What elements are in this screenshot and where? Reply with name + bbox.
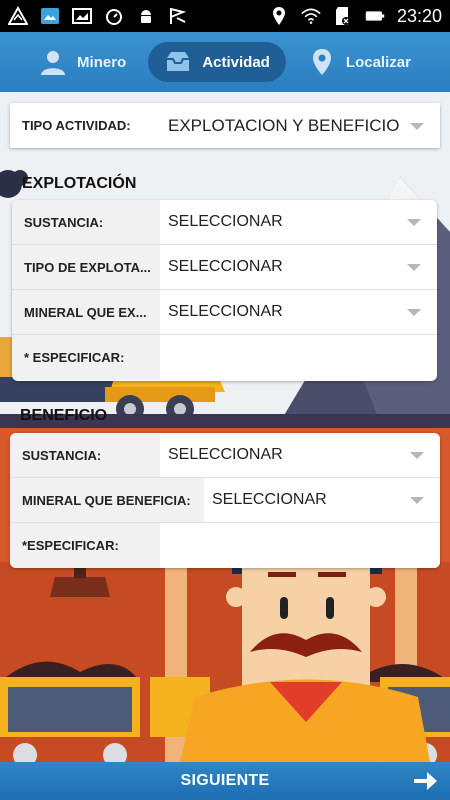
tab-label-minero: Minero [77,53,127,71]
sdcard-icon [333,6,353,26]
status-right-icons: 23:20 [269,6,442,27]
explotacion-especificar-row: * ESPECIFICAR: [12,335,437,380]
explotacion-mineral-select[interactable]: SELECCIONAR [160,290,437,334]
chevron-down-icon [407,219,421,226]
field-label: *ESPECIFICAR: [10,523,160,568]
tipo-actividad-value: EXPLOTACION Y BENEFICIO [168,115,400,135]
wifi-icon [301,6,321,26]
siguiente-button[interactable]: SIGUIENTE [0,762,450,800]
explotacion-tipo-row: TIPO DE EXPLOTA... SELECCIONAR [12,245,437,290]
explotacion-sustancia-select[interactable]: SELECCIONAR [160,200,437,244]
location-icon [269,6,289,26]
tipo-actividad-row: TIPO ACTIVIDAD: EXPLOTACION Y BENEFICIO [10,103,440,148]
tab-label-localizar: Localizar [345,53,411,71]
field-label: SUSTANCIA: [10,433,160,477]
battery-icon [365,6,385,26]
chevron-down-icon [410,122,424,130]
explotacion-mineral-row: MINERAL QUE EX... SELECCIONAR [12,290,437,335]
tab-minero[interactable]: Minero [23,42,142,82]
field-label: TIPO DE EXPLOTA... [12,245,160,289]
alert-icon [8,6,28,26]
explotacion-title: EXPLOTACIÓN [22,175,137,192]
chevron-down-icon [407,264,421,271]
location-pin-icon [308,48,336,76]
explotacion-especificar-input[interactable] [160,335,437,380]
explotacion-sustancia-row: SUSTANCIA: SELECCIONAR [12,200,437,245]
beneficio-mineral-row: MINERAL QUE BENEFICIA: SELECCIONAR [10,478,440,523]
beneficio-title: BENEFICIO [20,407,108,424]
image-icon [40,6,60,26]
tab-label-actividad: Actividad [202,53,270,71]
status-bar: 23:20 [0,0,450,32]
clock: 23:20 [396,5,442,26]
select-value: SELECCIONAR [168,258,283,275]
field-label: MINERAL QUE EX... [12,290,160,334]
beneficio-sustancia-select[interactable]: SELECCIONAR [160,433,440,477]
beneficio-sustancia-row: SUSTANCIA: SELECCIONAR [10,433,440,478]
beneficio-panel: SUSTANCIA: SELECCIONAR MINERAL QUE BENEF… [10,433,440,568]
beneficio-mineral-select[interactable]: SELECCIONAR [204,478,440,522]
top-nav: Minero Actividad Localizar [0,32,450,92]
explotacion-panel: SUSTANCIA: SELECCIONAR TIPO DE EXPLOTA..… [12,200,437,381]
gallery-icon [72,6,92,26]
inbox-icon [164,48,192,76]
sync-icon [104,6,124,26]
chevron-down-icon [410,452,424,459]
flag-icon [168,6,188,26]
chevron-down-icon [410,497,424,504]
explotacion-tipo-select[interactable]: SELECCIONAR [160,245,437,289]
field-label: * ESPECIFICAR: [12,335,160,380]
beneficio-especificar-input[interactable] [160,523,440,568]
beneficio-especificar-row: *ESPECIFICAR: [10,523,440,568]
tipo-actividad-select[interactable]: EXPLOTACION Y BENEFICIO [160,103,440,148]
siguiente-label: SIGUIENTE [180,772,270,789]
select-value: SELECCIONAR [168,446,283,463]
user-icon [39,48,67,76]
field-label: MINERAL QUE BENEFICIA: [10,478,204,522]
tab-actividad[interactable]: Actividad [148,42,286,82]
status-left-icons [8,6,188,26]
android-icon [136,6,156,26]
select-value: SELECCIONAR [168,303,283,320]
tab-localizar[interactable]: Localizar [292,42,427,82]
field-label: SUSTANCIA: [12,200,160,244]
select-value: SELECCIONAR [212,491,327,508]
chevron-down-icon [407,309,421,316]
select-value: SELECCIONAR [168,213,283,230]
tipo-actividad-label: TIPO ACTIVIDAD: [10,103,160,148]
arrow-right-icon [412,769,438,793]
